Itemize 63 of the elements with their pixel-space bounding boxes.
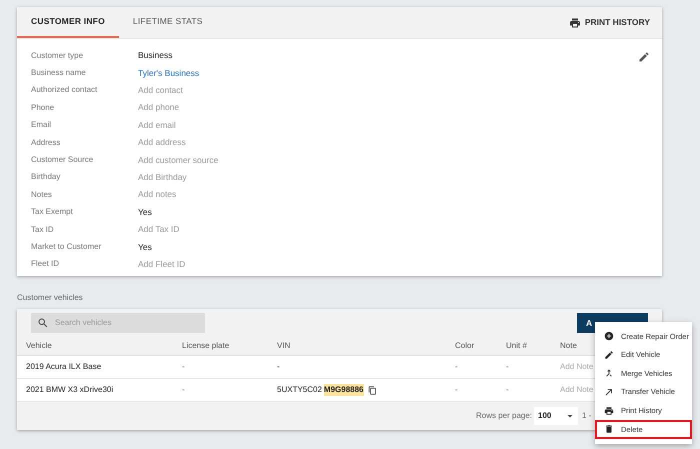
field-label: Tax ID	[31, 224, 55, 236]
table-cell: 2021 BMW X3 xDrive30i	[26, 385, 114, 394]
field-value[interactable]: Add Tax ID	[138, 223, 180, 236]
column-header: License plate	[182, 340, 230, 352]
column-header: Unit #	[506, 340, 528, 352]
column-header: Color	[455, 340, 476, 352]
column-header: Vehicle	[26, 340, 53, 352]
field-value: Yes	[138, 206, 152, 219]
field-value[interactable]: Add phone	[138, 101, 180, 114]
search-field[interactable]: Search vehicles	[31, 313, 205, 333]
field-value[interactable]: Add notes	[138, 188, 176, 202]
field-label: Tax Exempt	[31, 206, 74, 218]
printer-icon	[568, 16, 581, 28]
table-cell: -	[277, 361, 280, 373]
field-value[interactable]: Add contact	[138, 84, 183, 97]
page-range: 1 -	[582, 410, 592, 422]
add-note-link[interactable]: Add Note	[560, 362, 594, 371]
printer-icon	[604, 406, 614, 416]
diagonal-arrow-icon	[604, 387, 614, 398]
field-label: Customer type	[31, 50, 84, 62]
pencil-icon	[604, 350, 614, 360]
table-cell: 2019 Acura ILX Base	[26, 362, 102, 371]
field-label: Authorized contact	[31, 84, 98, 96]
field-value[interactable]: Add Fleet ID	[138, 258, 186, 271]
tab[interactable]: CUSTOMER INFO	[17, 7, 119, 38]
field-label: Market to Customer	[31, 240, 102, 253]
search-icon	[37, 317, 49, 329]
field-label: Address	[31, 136, 62, 149]
rows-per-page-select[interactable]: 100	[534, 406, 578, 424]
field-value[interactable]: Add Birthday	[138, 171, 187, 184]
field-value[interactable]: Add address	[138, 136, 186, 150]
rows-per-page-label: Rows per page:	[476, 410, 532, 422]
tab[interactable]: LIFETIME STATS	[118, 7, 217, 38]
table-cell: -	[455, 385, 458, 394]
table-cell: -	[182, 385, 185, 394]
copy-icon[interactable]	[368, 386, 377, 394]
edit-icon[interactable]	[638, 51, 650, 63]
table-cell: -	[455, 362, 458, 371]
print-history-button[interactable]: PRINT HISTORY	[568, 7, 650, 38]
field-label: Email	[31, 119, 52, 132]
field-value[interactable]: Tyler's Business	[138, 66, 200, 80]
vin-match-highlight: M9G98886	[324, 384, 364, 396]
field-label: Notes	[31, 188, 53, 201]
field-label: Customer Source	[31, 154, 94, 166]
column-header: VIN	[277, 340, 292, 352]
section-title: Customer vehicles	[17, 292, 84, 304]
field-value: Yes	[138, 240, 152, 254]
field-value[interactable]: Add customer source	[138, 154, 218, 166]
add-note-link[interactable]: Add Note	[560, 385, 594, 394]
table-cell: 5UXTY5C02	[277, 384, 322, 396]
field-label: Business name	[31, 67, 87, 80]
search-input[interactable]: Search vehicles	[55, 317, 195, 329]
field-label: Fleet ID	[31, 258, 60, 270]
table-cell: -	[506, 385, 509, 394]
field-label: Phone	[31, 102, 56, 114]
field-value: Business	[138, 49, 172, 62]
table-cell: -	[506, 362, 509, 371]
column-header: Note	[560, 340, 578, 352]
field-value[interactable]: Add email	[138, 118, 176, 132]
trash-icon	[604, 424, 614, 434]
merge-icon	[604, 368, 614, 378]
table-cell: -	[182, 362, 185, 371]
field-label: Birthday	[31, 171, 62, 184]
